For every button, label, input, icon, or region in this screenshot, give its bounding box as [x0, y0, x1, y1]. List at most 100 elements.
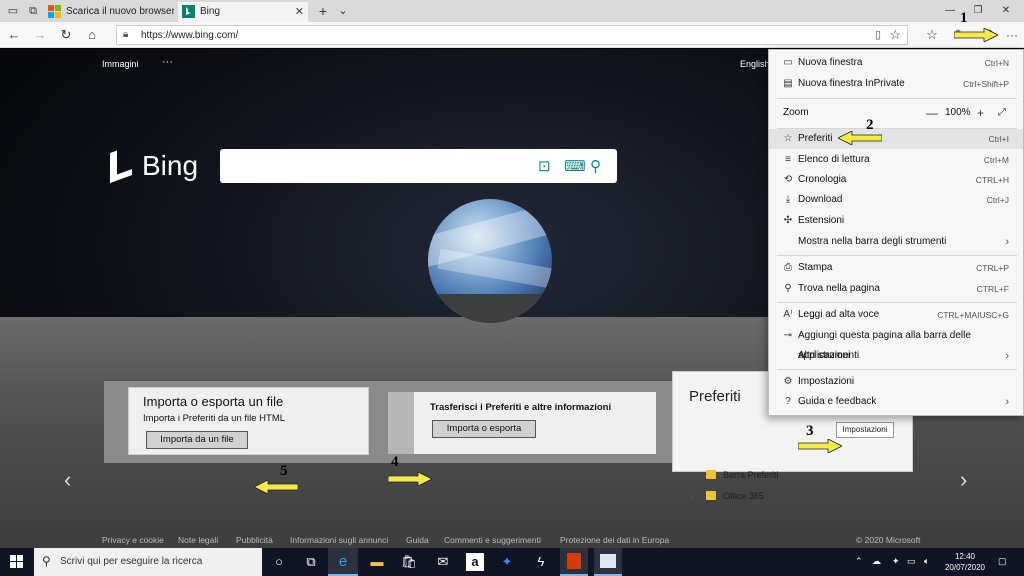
mail-icon[interactable]: ✉ [434, 553, 452, 571]
carousel-next-icon[interactable]: › [960, 467, 967, 493]
back-icon[interactable]: ← [6, 27, 22, 43]
menu-item-settings[interactable]: ⚙ Impostazioni [769, 372, 1023, 392]
document-taskbar-icon[interactable] [594, 548, 622, 576]
new-tab-plus-icon[interactable]: + [316, 4, 330, 18]
tab-list-chevron-icon[interactable]: ⌄ [336, 4, 350, 18]
cortana-icon[interactable]: ○ [270, 553, 288, 571]
transfer-title: Trasferisci i Preferiti e altre informaz… [430, 402, 612, 413]
task-view-icon[interactable]: ⧉ [302, 553, 320, 571]
search-box[interactable]: ⊡ ⌨ ⚲ [220, 149, 617, 183]
microsoft-logo-icon [48, 5, 61, 18]
import-export-button[interactable]: Importa o esporta [432, 420, 536, 438]
taskbar-clock[interactable]: 12:40 20/07/2020 [940, 551, 990, 573]
zoom-in-icon[interactable]: + [977, 103, 984, 123]
menu-item-extensions[interactable]: ✣ Estensioni [769, 211, 1023, 231]
reading-view-icon[interactable]: ▯ [875, 28, 881, 41]
menu-item-find[interactable]: ⚲ Trova nella pagina CTRL+F [769, 279, 1023, 299]
zoom-value: 100% [945, 107, 971, 118]
menu-item-inprivate[interactable]: ▤ Nuova finestra InPrivate Ctrl+Shift+P [769, 74, 1023, 94]
copyright: © 2020 Microsoft [856, 535, 921, 545]
annotation-number-2: 2 [866, 117, 874, 133]
visual-search-icon[interactable]: ⊡ [538, 157, 551, 175]
print-icon: ⎙ [784, 262, 792, 273]
menu-item-read-aloud[interactable]: A⁾ Leggi ad alta voce CTRL+MAIUSC+G [769, 305, 1023, 325]
menu-item-help[interactable]: ? Guida e feedback › [769, 392, 1023, 412]
office-taskbar-icon[interactable] [560, 548, 588, 576]
annotation-arrow-5 [254, 480, 298, 494]
extensions-icon: ✣ [783, 215, 793, 226]
volume-icon[interactable]: 🔈︎ [924, 556, 929, 567]
tray-chevron-icon[interactable]: ⌃ [855, 556, 863, 567]
images-link[interactable]: Immagini [102, 59, 139, 69]
keyboard-icon[interactable]: ⌨ [564, 157, 586, 175]
close-tab-icon[interactable]: ✕ [295, 2, 304, 22]
import-file-card: Importa o esporta un file Importa i Pref… [128, 387, 369, 455]
favorite-star-icon[interactable]: ☆ [889, 27, 901, 43]
pin-icon: ⊸ [783, 330, 793, 341]
tab-scarica[interactable]: Scarica il nuovo browser Mi [44, 2, 174, 22]
tab-preview-icon[interactable]: ▭ [6, 4, 20, 18]
more-links-icon[interactable]: ··· [162, 56, 173, 68]
annotation-number-1: 1 [960, 10, 968, 26]
lock-icon: 🔒︎ [123, 29, 129, 40]
footer-link[interactable]: Guida [406, 535, 429, 545]
footer-link[interactable]: Protezione dei dati in Europa [560, 535, 669, 545]
import-from-file-button[interactable]: Importa da un file [146, 431, 248, 449]
favorites-hub-icon[interactable]: ☆ [924, 27, 940, 43]
menu-item-print[interactable]: ⎙ Stampa CTRL+P [769, 258, 1023, 278]
zoom-out-icon[interactable]: — [926, 103, 938, 123]
annotation-number-5: 5 [280, 463, 288, 479]
submenu-arrow-icon: › [1005, 350, 1009, 362]
dropbox-icon[interactable]: ✦ [498, 553, 516, 571]
footer-link[interactable]: Note legali [178, 535, 218, 545]
minimize-icon[interactable]: — [940, 3, 960, 19]
menu-item-history[interactable]: ⟲ Cronologia CTRL+H [769, 170, 1023, 190]
menu-divider [777, 98, 1017, 99]
menu-zoom-row: Zoom — 100% + ⤢ [769, 103, 1023, 123]
more-menu-icon[interactable]: ··· [1004, 27, 1020, 43]
home-icon[interactable]: ⌂ [84, 27, 100, 43]
menu-item-download[interactable]: ⤓ Download Ctrl+J [769, 190, 1023, 210]
tab-bing[interactable]: Bing ✕ [178, 2, 308, 22]
menu-item-show-in-toolbar[interactable]: Mostra nella barra degli strumenti › [769, 232, 1023, 252]
menu-divider [777, 369, 1017, 370]
menu-item-more-tools[interactable]: Altri strumenti › [769, 346, 1023, 366]
footer-link[interactable]: Privacy e cookie [102, 535, 164, 545]
footer-link[interactable]: Commenti e suggerimenti [444, 535, 541, 545]
menu-item-new-window[interactable]: ▭ Nuova finestra Ctrl+N [769, 53, 1023, 73]
bing-favicon-icon [182, 5, 195, 18]
favorites-item-barra[interactable] [689, 466, 889, 484]
dropbox-tray-icon[interactable]: ✦ [892, 556, 900, 567]
file-explorer-icon[interactable]: ▬ [368, 553, 386, 571]
store-icon[interactable]: 🛍︎ [400, 553, 418, 571]
windows-start-icon[interactable] [10, 555, 24, 569]
network-icon[interactable]: ▭ [907, 556, 916, 567]
footer-link[interactable]: Pubblicità [236, 535, 273, 545]
tab-set-icon[interactable]: ⧉ [26, 4, 40, 18]
search-icon[interactable]: ⚲ [590, 157, 601, 175]
settings-icon: ⚙ [783, 376, 793, 387]
cloud-icon[interactable]: ☁ [872, 556, 881, 567]
fullscreen-icon[interactable]: ⤢ [998, 103, 1006, 123]
menu-item-pin-taskbar[interactable]: ⊸ Aggiungi questa pagina alla barra delle… [769, 326, 1023, 361]
address-bar[interactable]: 🔒︎ https://www.bing.com/ ▯ ☆ [116, 25, 908, 45]
refresh-icon[interactable]: ↻ [58, 27, 74, 43]
reading-list-icon: ≡ [785, 154, 791, 165]
inprivate-icon: ▤ [783, 78, 793, 89]
close-window-icon[interactable]: ✕ [996, 3, 1016, 19]
menu-item-favorites[interactable]: ☆ Preferiti Ctrl+I [769, 129, 1023, 149]
tab-label: Scarica il nuovo browser Mi [66, 6, 174, 17]
footer-link[interactable]: Informazioni sugli annunci [290, 535, 388, 545]
forward-icon[interactable]: → [32, 27, 48, 43]
settings-menu: ▭ Nuova finestra Ctrl+N ▤ Nuova finestra In… [768, 49, 1024, 416]
language-link[interactable]: English [740, 59, 770, 69]
menu-divider [777, 255, 1017, 256]
menu-item-reading-list[interactable]: ≡ Elenco di lettura Ctrl+M [769, 150, 1023, 170]
carousel-prev-icon[interactable]: ‹ [64, 467, 71, 493]
amazon-icon[interactable]: a [466, 553, 484, 571]
app-bolt-icon[interactable]: ϟ [532, 553, 550, 571]
taskbar-search-box[interactable]: ⚲ Scrivi qui per eseguire la ricerca [34, 548, 262, 576]
notifications-icon[interactable]: ▢ [998, 556, 1007, 567]
edge-taskbar-icon[interactable]: e [328, 548, 358, 576]
restore-icon[interactable]: ❐ [968, 3, 988, 19]
